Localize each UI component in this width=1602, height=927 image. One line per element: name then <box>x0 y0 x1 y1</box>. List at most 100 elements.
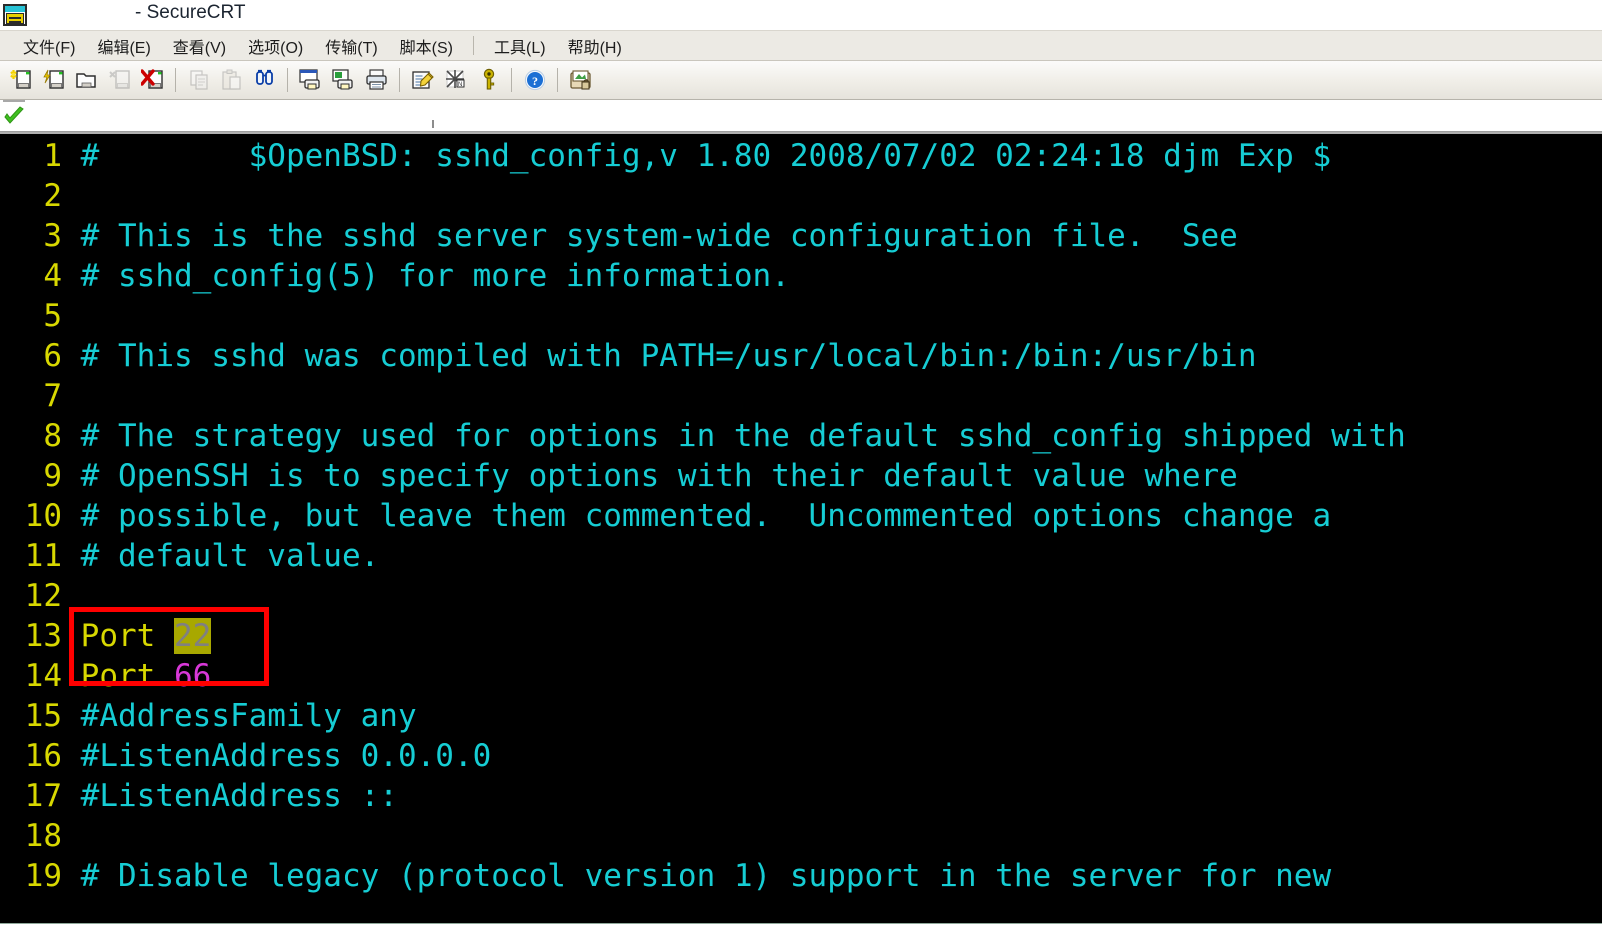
terminal-comment: # The strategy used for options in the d… <box>80 418 1406 454</box>
terminal-line: 16 #ListenAddress 0.0.0.0 <box>0 736 1602 776</box>
terminal-gutter-gap <box>62 178 81 214</box>
terminal-line: 17 #ListenAddress :: <box>0 776 1602 816</box>
terminal-comment: # possible, but leave them commented. Un… <box>80 498 1332 534</box>
terminal-comment: # default value. <box>80 538 380 574</box>
toolbar-disconnect[interactable] <box>137 65 168 96</box>
terminal-gutter-gap <box>62 378 81 414</box>
menu-separator <box>473 36 475 55</box>
securecrt-app-icon[interactable] <box>2 3 28 27</box>
toolbar-separator-2 <box>287 68 288 92</box>
toolbar-key[interactable] <box>473 65 504 96</box>
terminal-line: 13 Port 22 <box>0 616 1602 656</box>
toolbar-copy[interactable] <box>183 65 214 96</box>
terminal-line: 11 # default value. <box>0 536 1602 576</box>
toolbar-print-selection[interactable] <box>328 65 359 96</box>
terminal-comment: # OpenSSH is to specify options with the… <box>80 458 1238 494</box>
menu-edit[interactable]: 编辑(E) <box>86 31 161 61</box>
toolbar-connect-sftp[interactable] <box>104 65 135 96</box>
terminal-gutter-gap <box>62 498 81 534</box>
toolbar-help[interactable]: ? <box>519 65 550 96</box>
terminal-line-number: 9 <box>43 458 62 494</box>
menu-help[interactable]: 帮助(H) <box>557 31 633 61</box>
toolbar-print[interactable] <box>361 65 392 96</box>
terminal-gutter-gap <box>62 618 81 654</box>
svg-text:?: ? <box>532 74 538 88</box>
toolbar-quick-connect[interactable] <box>38 65 69 96</box>
copy-icon <box>189 70 208 90</box>
toolbar-separator-4 <box>511 68 512 92</box>
terminal-line: 15 #AddressFamily any <box>0 696 1602 736</box>
terminal-value: 66 <box>174 658 212 694</box>
terminal-gutter-gap <box>62 698 81 734</box>
terminal-line: 2 <box>0 176 1602 216</box>
toolbar-paste[interactable] <box>216 65 247 96</box>
toolbar-session-options[interactable] <box>407 65 438 96</box>
terminal-line-number: 7 <box>43 378 62 414</box>
terminal-comment: # sshd_config(5) for more information. <box>80 258 790 294</box>
terminal-line-number: 14 <box>24 658 62 694</box>
toolbar-secure-lock[interactable] <box>565 65 596 96</box>
menu-file[interactable]: 文件(F) <box>12 31 86 61</box>
terminal-line: 3 # This is the sshd server system-wide … <box>0 216 1602 256</box>
terminal-keyword: Port <box>80 658 174 694</box>
disconnect-icon <box>140 69 163 89</box>
terminal-line-number: 11 <box>24 538 62 574</box>
terminal-line: 18 <box>0 816 1602 856</box>
print-selection-icon <box>332 69 353 90</box>
terminal-comment: # $OpenBSD: sshd_config,v 1.80 2008/07/0… <box>80 138 1332 174</box>
terminal-line-number: 5 <box>43 298 62 334</box>
title-bar: - SecureCRT <box>0 0 1602 30</box>
toolbar-find[interactable] <box>249 65 280 96</box>
toolbar-protocol[interactable]: N <box>440 65 471 96</box>
toolbar-separator-1 <box>175 68 176 92</box>
tab-strip-caret <box>432 120 434 128</box>
terminal-gutter-gap <box>62 218 81 254</box>
terminal-selected-text: 22 <box>174 618 212 654</box>
terminal-screen[interactable]: 1 # $OpenBSD: sshd_config,v 1.80 2008/07… <box>0 132 1602 923</box>
toolbar: N ? <box>0 61 1602 100</box>
terminal-line: 7 <box>0 376 1602 416</box>
menu-tools[interactable]: 工具(L) <box>483 31 557 61</box>
session-options-icon <box>411 71 434 89</box>
menu-options[interactable]: 选项(O) <box>237 31 314 61</box>
terminal-line: 6 # This sshd was compiled with PATH=/us… <box>0 336 1602 376</box>
terminal-line-number: 15 <box>24 698 62 734</box>
secure-lock-icon <box>569 70 591 90</box>
terminal-comment: #ListenAddress 0.0.0.0 <box>80 738 492 774</box>
menu-bar: 文件(F) 编辑(E) 查看(V) 选项(O) 传输(T) 脚本(S) 工具(L… <box>0 30 1602 61</box>
terminal-gutter-gap <box>62 138 81 174</box>
help-icon: ? <box>524 69 545 91</box>
terminal-gutter-gap <box>62 338 81 374</box>
terminal-line: 8 # The strategy used for options in the… <box>0 416 1602 456</box>
menu-script[interactable]: 脚本(S) <box>389 31 464 61</box>
terminal-comment: #ListenAddress :: <box>80 778 398 814</box>
toolbar-new-session[interactable] <box>5 65 36 96</box>
terminal-line: 10 # possible, but leave them commented.… <box>0 496 1602 536</box>
svg-text:N: N <box>458 82 462 88</box>
terminal-line: 1 # $OpenBSD: sshd_config,v 1.80 2008/07… <box>0 136 1602 176</box>
session-tab-1[interactable] <box>0 101 28 131</box>
terminal-comment: #AddressFamily any <box>80 698 417 734</box>
quick-connect-icon <box>42 69 64 89</box>
protocol-icon: N <box>445 70 464 88</box>
menu-view[interactable]: 查看(V) <box>162 31 237 61</box>
menu-transfer[interactable]: 传输(T) <box>314 31 388 61</box>
paste-icon <box>221 69 241 90</box>
terminal-line-number: 2 <box>43 178 62 214</box>
terminal-gutter-gap <box>62 538 81 574</box>
terminal-line: 14 Port 66 <box>0 656 1602 696</box>
terminal-line-number: 8 <box>43 418 62 454</box>
terminal-gutter-gap <box>62 658 81 694</box>
terminal-gutter-gap <box>62 818 81 854</box>
terminal-gutter-gap <box>62 418 81 454</box>
new-session-icon <box>9 70 31 89</box>
window-bottom-edge <box>0 923 1602 927</box>
toolbar-connect-folder[interactable] <box>71 65 102 96</box>
terminal-comment: # Disable legacy (protocol version 1) su… <box>80 858 1332 894</box>
green-check-icon <box>4 106 24 124</box>
toolbar-separator-5 <box>557 68 558 92</box>
toolbar-print-screen[interactable] <box>295 65 326 96</box>
terminal-line-number: 16 <box>24 738 62 774</box>
terminal-gutter-gap <box>62 258 81 294</box>
connect-sftp-icon <box>108 70 130 89</box>
